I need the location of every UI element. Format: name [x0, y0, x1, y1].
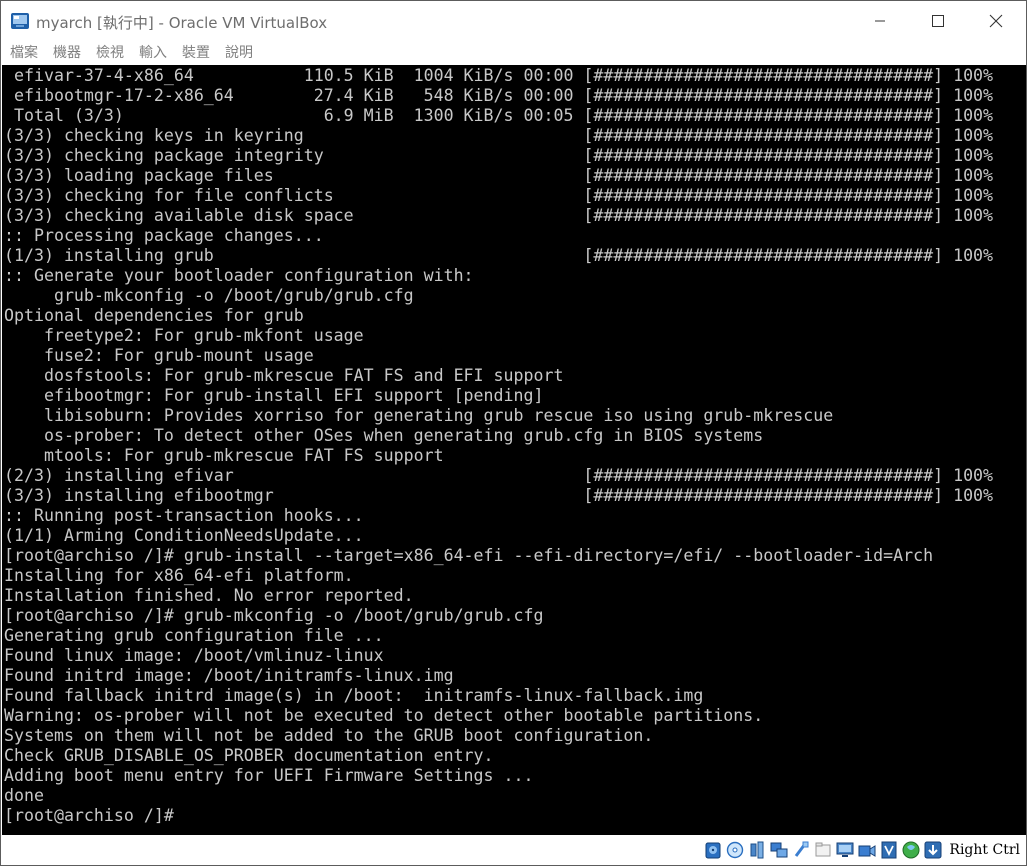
title-bar[interactable]: myarch [執行中] - Oracle VM VirtualBox [1, 1, 1026, 41]
console-line: :: Processing package changes... [4, 226, 324, 245]
recording-icon[interactable] [857, 839, 876, 861]
minimize-button[interactable] [851, 1, 909, 41]
console-line: [root@archiso /]# grub-install --target=… [4, 546, 934, 565]
console-line: Optional dependencies for grub [4, 306, 304, 325]
close-icon [989, 14, 1003, 28]
shared-folders-icon[interactable] [813, 839, 832, 861]
minimize-icon [875, 20, 885, 22]
console-line: Found linux image: /boot/vmlinuz-linux [4, 646, 384, 665]
console-line: Found fallback initrd image(s) in /boot:… [4, 686, 704, 705]
console-line: :: Generate your bootloader configuratio… [4, 266, 474, 285]
virtualbox-app-icon [10, 11, 30, 31]
optical-drive-icon[interactable] [725, 839, 744, 861]
console-line: libisoburn: Provides xorriso for generat… [4, 406, 834, 425]
console-line: Installation finished. No error reported… [4, 586, 414, 605]
console-line: grub-mkconfig -o /boot/grub/grub.cfg [4, 286, 414, 305]
console-line: (3/3) loading package files [###########… [4, 166, 994, 185]
status-bar: Right Ctrl [1, 835, 1026, 865]
mouse-integration-icon[interactable] [901, 839, 920, 861]
console-line: efivar-37-4-x86_64 110.5 KiB 1004 KiB/s … [4, 66, 994, 85]
console-line: Found initrd image: /boot/initramfs-linu… [4, 666, 454, 685]
console-line: Installing for x86_64-efi platform. [4, 566, 354, 585]
menu-view[interactable]: 檢視 [96, 41, 124, 65]
console-line: Adding boot menu entry for UEFI Firmware… [4, 766, 534, 785]
console-line: (3/3) checking package integrity [######… [4, 146, 994, 165]
console-line: dosfstools: For grub-mkrescue FAT FS and… [4, 366, 564, 385]
console-line: Total (3/3) 6.9 MiB 1300 KiB/s 00:05 [##… [4, 106, 994, 125]
keyboard-capture-icon[interactable] [923, 839, 942, 861]
status-indicators: Right Ctrl [703, 837, 1020, 863]
console-line: :: Running post-transaction hooks... [4, 506, 364, 525]
maximize-icon [932, 15, 944, 27]
menu-help[interactable]: 說明 [225, 41, 253, 65]
virtualization-icon[interactable] [879, 839, 898, 861]
console-line: efibootmgr-17-2-x86_64 27.4 KiB 548 KiB/… [4, 86, 994, 105]
menu-file[interactable]: 檔案 [10, 41, 38, 65]
menu-input[interactable]: 輸入 [139, 41, 167, 65]
menu-devices[interactable]: 裝置 [182, 41, 210, 65]
close-button[interactable] [967, 1, 1025, 41]
console-line: (2/3) installing efivar [###############… [4, 466, 994, 485]
console-line: (3/3) checking available disk space [###… [4, 206, 994, 225]
console-line: Warning: os-prober will not be executed … [4, 706, 764, 725]
usb-icon[interactable] [791, 839, 810, 861]
console-line: (3/3) checking for file conflicts [#####… [4, 186, 994, 205]
console-line: mtools: For grub-mkrescue FAT FS support [4, 446, 444, 465]
console-line: Generating grub configuration file ... [4, 626, 384, 645]
console-line: (1/3) installing grub [#################… [4, 246, 994, 265]
console-line: (3/3) installing efibootmgr [###########… [4, 486, 994, 505]
console-line: [root@archiso /]# grub-mkconfig -o /boot… [4, 606, 544, 625]
console-line: efibootmgr: For grub-install EFI support… [4, 386, 544, 405]
console-line: Systems on them will not be added to the… [4, 726, 654, 745]
console-line: (3/3) checking keys in keyring [########… [4, 126, 994, 145]
hard-disk-icon[interactable] [703, 839, 722, 861]
maximize-button[interactable] [909, 1, 967, 41]
console-line: Check GRUB_DISABLE_OS_PROBER documentati… [4, 746, 494, 765]
virtualbox-window: myarch [執行中] - Oracle VM VirtualBox 檔案 機… [0, 0, 1027, 866]
console-line: done [4, 786, 44, 805]
menu-bar: 檔案 機器 檢視 輸入 裝置 說明 [1, 41, 1026, 65]
console-line: os-prober: To detect other OSes when gen… [4, 426, 764, 445]
console-line: fuse2: For grub-mount usage [4, 346, 314, 365]
display-icon[interactable] [835, 839, 854, 861]
console-line: [root@archiso /]# [4, 806, 174, 825]
network-icon[interactable] [769, 839, 788, 861]
console-line: freetype2: For grub-mkfont usage [4, 326, 364, 345]
console-line: (1/1) Arming ConditionNeedsUpdate... [4, 526, 364, 545]
audio-icon[interactable] [747, 839, 766, 861]
menu-machine[interactable]: 機器 [53, 41, 81, 65]
window-title: myarch [執行中] - Oracle VM VirtualBox [36, 14, 328, 32]
host-key-label: Right Ctrl [949, 842, 1020, 858]
vm-console-screen[interactable]: efivar-37-4-x86_64 110.5 KiB 1004 KiB/s … [2, 65, 1026, 835]
console-output: efivar-37-4-x86_64 110.5 KiB 1004 KiB/s … [4, 66, 993, 826]
